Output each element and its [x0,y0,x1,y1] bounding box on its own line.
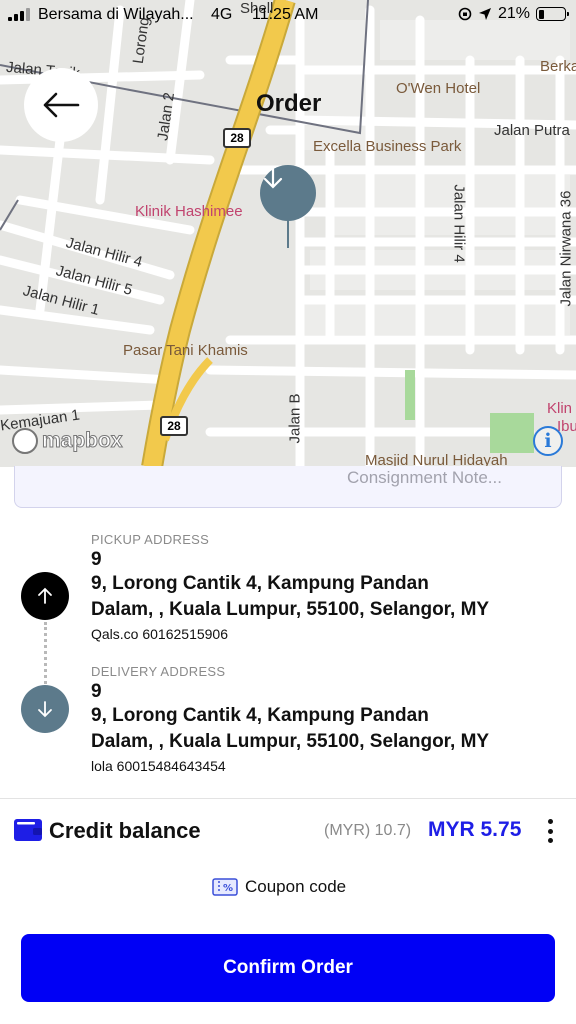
payment-method[interactable]: Credit balance [49,818,201,844]
coupon-icon: % [212,878,238,896]
route-shield: 28 [223,128,251,148]
location-arrow-icon [478,8,491,20]
map-label-market: Pasar Tani Khamis [123,342,248,359]
delivery-unit: 9 [91,681,102,702]
coupon-label: Coupon code [245,877,347,896]
order-price: MYR 5.75 [428,818,522,841]
delivery-marker [21,685,69,733]
back-button[interactable] [24,68,98,142]
map-label-mosque: Masjid Nurul Hidayah [365,452,508,467]
consignment-note-input[interactable]: Consignment Note... [14,466,562,508]
mapbox-wordmark: mapbox [42,429,124,453]
map-label-street: Jalan Putra [494,122,570,139]
mapbox-mark-icon [12,428,38,454]
battery-percent: 21% [497,5,530,22]
map-label-business-park: Excella Business Park [313,138,462,155]
map-label-street: Jalan B [286,393,304,444]
delivery-caption: DELIVERY ADDRESS [91,664,226,679]
map-label-poi: Berka [540,58,576,75]
carrier-name: Bersama di Wilayah... [38,6,194,23]
arrow-up-icon [38,587,52,604]
arrow-down-icon [263,167,283,189]
map-label-street: Jalan Hilir 4 [450,184,468,263]
delivery-line1: 9, Lorong Cantik 4, Kampung Pandan [91,705,429,726]
signal-icon [8,8,30,21]
pickup-line1: 9, Lorong Cantik 4, Kampung Pandan [91,573,429,594]
delivery-pin[interactable] [260,165,316,221]
battery-icon [536,7,569,21]
delivery-line2: Dalam, , Kuala Lumpur, 55100, Selangor, … [91,731,490,752]
svg-text:%: % [223,883,233,894]
map-view[interactable]: Jalan Tasik Lorong Shell Jalan 2 O'Wen H… [0,0,576,467]
map-label-street: Jalan Nirwana 36 [557,190,575,307]
route-connector [44,622,47,684]
divider [0,798,576,799]
pickup-caption: PICKUP ADDRESS [91,532,210,547]
pickup-unit: 9 [91,549,102,570]
page-title: Order [256,90,322,117]
pickup-contact: Qals.co 60162515906 [91,626,228,642]
map-label-hotel: O'Wen Hotel [396,80,481,97]
arrow-left-icon [43,92,80,118]
pickup-line2: Dalam, , Kuala Lumpur, 55100, Selangor, … [91,599,490,620]
arrow-down-icon [38,701,52,718]
map-label-poi: Klin [547,400,573,417]
battery-level [538,9,544,19]
coupon-code-button[interactable]: % Coupon code [212,877,346,897]
rotation-lock-icon [458,7,472,21]
confirm-order-button[interactable]: Confirm Order [21,934,555,1002]
pickup-marker [21,572,69,620]
pin-stem [287,220,289,248]
more-vertical-icon[interactable] [540,818,560,844]
mapbox-logo: mapbox [12,428,123,454]
map-label-clinic: Klinik Hashimee [135,203,243,220]
wallet-icon[interactable] [14,818,42,842]
status-bar: Bersama di Wilayah... 4G 11:25 AM 21% [0,0,576,30]
info-icon[interactable]: i [533,426,563,456]
delivery-contact: lola 60015484643454 [91,758,226,774]
credit-balance: (MYR) 10.7) [324,822,412,839]
status-time: 11:25 AM [252,6,319,23]
route-shield: 28 [160,416,188,436]
network-type: 4G [211,6,233,23]
